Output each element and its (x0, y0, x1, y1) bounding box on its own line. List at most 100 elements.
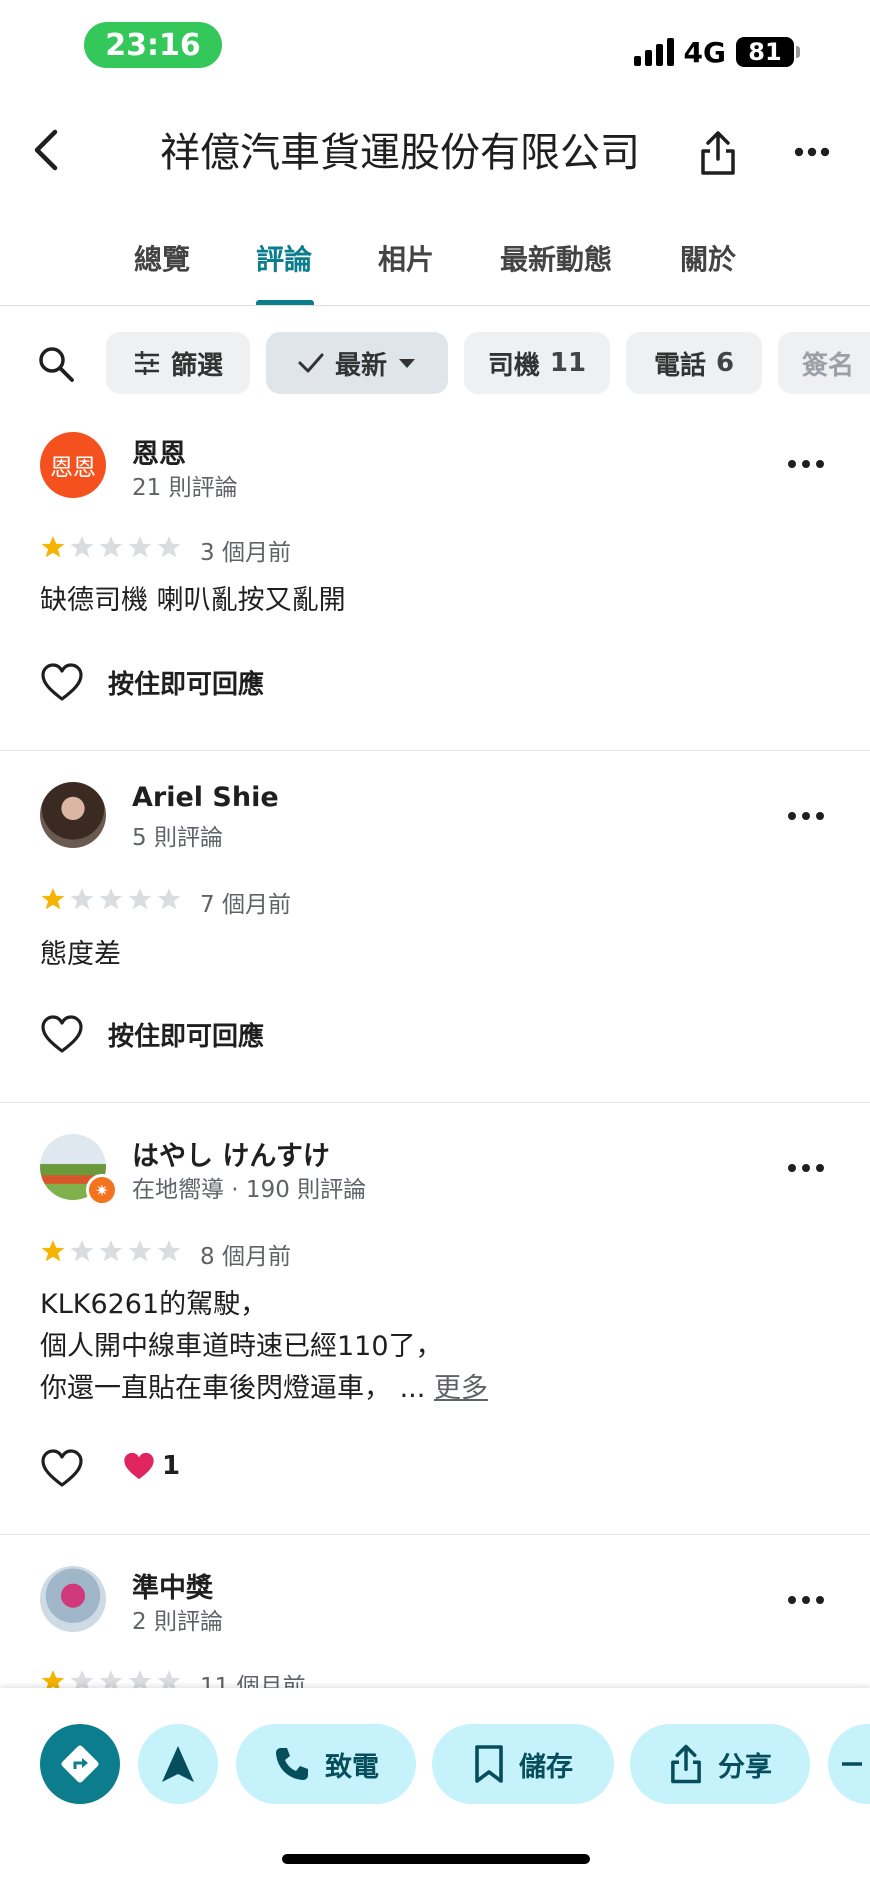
reviewer-review-count: 在地嚮導 · 190 則評論 (132, 1177, 367, 1203)
topic-chip-driver[interactable]: 司機 11 (464, 332, 610, 394)
review-text-line: 個人開中線車道時速已經110了， (40, 1331, 443, 1362)
start-navigation-button[interactable] (138, 1724, 218, 1804)
tabs-divider (0, 305, 870, 306)
heart-outline-icon (41, 663, 83, 701)
like-hint: 按住即可回應 (108, 1021, 265, 1052)
signal-icon (633, 38, 674, 66)
network-type: 4G (683, 35, 726, 69)
heart-filled-icon (124, 1452, 154, 1480)
star-rating (40, 534, 182, 560)
reviewer-name[interactable]: 恩恩 (132, 432, 186, 471)
star-filled-icon (41, 1240, 65, 1262)
tab-reviews[interactable]: 評論 (256, 238, 312, 278)
caret-down-icon (399, 359, 415, 368)
topic-chip-label: 電話 (653, 350, 706, 381)
search-icon (39, 347, 74, 382)
reviewer-name[interactable]: 準中獎 (132, 1566, 213, 1605)
review-time: 8 個月前 (200, 1244, 291, 1270)
review-divider (0, 1534, 870, 1535)
check-icon (298, 353, 324, 373)
reaction-summary[interactable]: 1 (122, 1450, 180, 1482)
directions-icon (61, 1745, 99, 1783)
like-button[interactable] (40, 1448, 84, 1492)
save-button[interactable]: 儲存 (432, 1724, 614, 1804)
star-filled-icon (41, 888, 65, 910)
review-more-button[interactable] (786, 806, 826, 826)
star-rating (40, 886, 182, 912)
reviewer-review-count: 2 則評論 (132, 1609, 223, 1635)
star-empty-icon (99, 536, 123, 558)
reviewer-review-count: 5 則評論 (132, 825, 223, 851)
review-text: 缺德司機 喇叭亂按又亂開 (40, 585, 346, 616)
read-more-link[interactable]: 更多 (434, 1373, 488, 1404)
reviewer-name[interactable]: はやし けんすけ (132, 1134, 330, 1173)
star-filled-icon (41, 536, 65, 558)
review-text: 態度差 (40, 939, 121, 970)
star-empty-icon (70, 536, 94, 558)
avatar[interactable] (40, 782, 106, 848)
tab-updates[interactable]: 最新動態 (500, 238, 612, 278)
topic-chip-signature[interactable]: 簽名 (778, 332, 870, 394)
back-button[interactable] (24, 128, 68, 172)
review-more-button[interactable] (786, 454, 826, 474)
star-empty-icon (128, 888, 152, 910)
home-indicator (282, 1854, 590, 1864)
star-empty-icon (99, 888, 123, 910)
reviewer-name[interactable]: Ariel Shie (132, 782, 279, 813)
like-button[interactable]: 按住即可回應 (40, 662, 264, 702)
more-horizontal-icon (788, 460, 824, 468)
star-empty-icon (157, 536, 181, 558)
like-hint: 按住即可回應 (108, 669, 265, 700)
star-empty-icon (70, 888, 94, 910)
share-button[interactable]: 分享 (630, 1724, 810, 1804)
star-empty-icon (70, 1240, 94, 1262)
like-button[interactable]: 按住即可回應 (40, 1014, 264, 1054)
topic-chip-label: 司機 (487, 350, 540, 381)
battery-level: 81 (736, 37, 794, 67)
save-button-label: 儲存 (519, 1751, 573, 1783)
avatar[interactable] (40, 1566, 106, 1632)
bookmark-icon (475, 1745, 503, 1783)
topic-chip-count: 6 (715, 348, 735, 378)
sort-chip-label: 最新 (334, 350, 387, 381)
filter-chip[interactable]: 篩選 (106, 332, 250, 394)
call-button[interactable]: 致電 (236, 1724, 416, 1804)
review-more-button[interactable] (786, 1590, 826, 1610)
share-button-label: 分享 (718, 1751, 772, 1783)
topic-chip-phone[interactable]: 電話 6 (626, 332, 762, 394)
review-text-line: 你還一直貼在車後閃燈逼車， ... 更多 (40, 1373, 488, 1404)
topic-chip-count: 11 (549, 348, 587, 378)
star-empty-icon (157, 888, 181, 910)
review-divider (0, 1102, 870, 1103)
plus-icon (842, 1762, 862, 1766)
share-icon (671, 1744, 701, 1784)
share-header-button[interactable] (696, 128, 740, 178)
directions-button[interactable] (40, 1724, 120, 1804)
reaction-count: 1 (162, 1451, 181, 1481)
avatar[interactable]: 恩恩 (40, 432, 106, 498)
tab-about[interactable]: 關於 (680, 238, 736, 278)
status-time: 23:16 (84, 22, 222, 68)
page-title: 祥億汽車貨運股份有限公司 (160, 130, 640, 176)
heart-outline-icon (41, 1015, 83, 1053)
more-horizontal-icon (788, 812, 824, 820)
sort-chip[interactable]: 最新 (266, 332, 448, 394)
chevron-left-icon (34, 129, 58, 171)
more-horizontal-icon (794, 147, 830, 157)
status-indicators: 4G 81 (633, 30, 800, 74)
review-time: 3 個月前 (200, 540, 291, 566)
search-reviews-button[interactable] (34, 342, 78, 386)
star-rating (40, 1238, 182, 1264)
star-empty-icon (99, 1240, 123, 1262)
tab-photos[interactable]: 相片 (378, 238, 434, 278)
more-options-button[interactable] (792, 140, 832, 164)
review-text: KLK6261的駕駛， 個人開中線車道時速已經110了， 你還一直貼在車後閃燈逼… (40, 1284, 488, 1410)
review-text-line: KLK6261的駕駛， (40, 1289, 268, 1320)
reviewer-review-count: 21 則評論 (132, 475, 238, 501)
review-divider (0, 750, 870, 751)
review-time: 7 個月前 (200, 892, 291, 918)
more-horizontal-icon (788, 1596, 824, 1604)
tab-overview[interactable]: 總覽 (134, 238, 190, 278)
review-more-button[interactable] (786, 1158, 826, 1178)
call-button-label: 致電 (325, 1751, 379, 1783)
